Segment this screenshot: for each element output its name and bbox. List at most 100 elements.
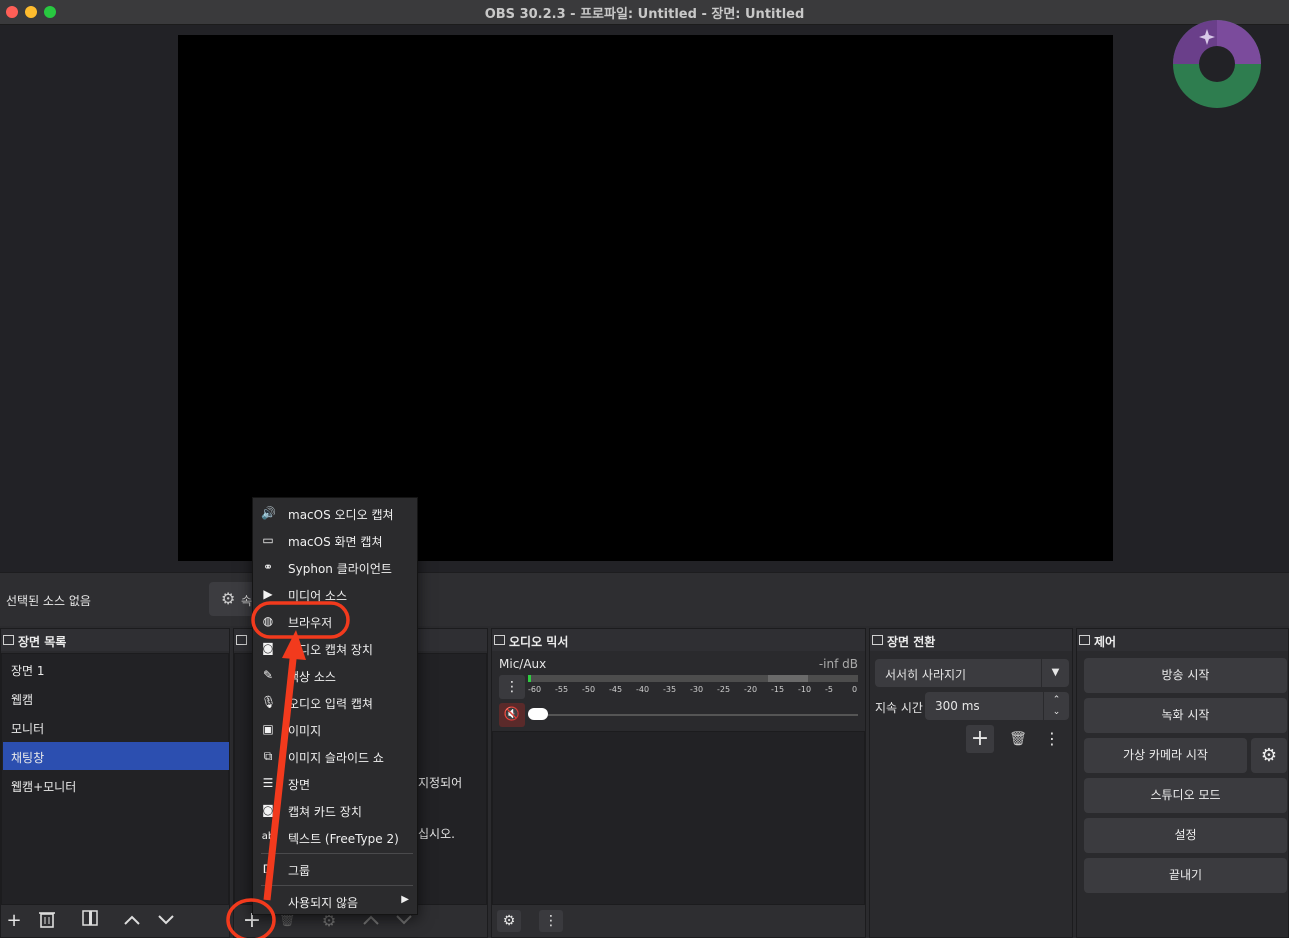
audio-menu-button[interactable]: ⋮ [539,910,563,932]
transition-select-value: 서서히 사라지기 [885,668,967,682]
scene-item[interactable]: 장면 1 [3,655,229,683]
studio-mode-button[interactable]: 스튜디오 모드 [1084,778,1287,813]
menu-item-audio-input-capture[interactable]: 🎙 오디오 입력 캡쳐 [253,688,417,715]
duration-value: 300 ms [935,699,980,713]
menu-item-scene[interactable]: ☰ 장면 [253,769,417,796]
syphon-icon: ⚭ [262,560,274,574]
volume-slider-handle[interactable] [528,708,548,720]
menu-item-image[interactable]: ▣ 이미지 [253,715,417,742]
menu-item-media-source[interactable]: ▶ 미디어 소스 [253,580,417,607]
group-icon: ⧠ [263,862,273,876]
monitor-icon: ▭ [262,533,274,547]
gears-icon: ⚙ [502,913,516,929]
list-icon: ☰ [262,776,274,790]
duration-input[interactable]: 300 ms ⌃ ⌄ [925,692,1069,720]
chevron-down-icon [158,915,174,925]
audio-mixer-title: 오디오 믹서 [509,635,569,649]
chevron-up-icon [363,915,379,925]
speaker-icon: 🔊 [261,506,276,520]
menu-item-text-freetype[interactable]: ab 텍스트 (FreeType 2) [253,823,417,850]
dock-float-icon[interactable] [494,635,505,645]
preview-canvas[interactable] [178,35,1113,561]
meter-tick: -15 [771,685,785,694]
dock-float-icon[interactable] [236,635,247,645]
trash-icon [39,912,55,928]
scene-item[interactable]: 웹캠+모니터 [3,771,229,799]
channel-menu-button[interactable]: ⋮ [499,675,525,699]
menu-separator [261,853,413,854]
dropdown-arrow-icon: ▼ [1041,659,1069,687]
volume-slider-track[interactable] [528,714,858,716]
camera-icon: ◙ [262,641,274,655]
globe-icon: ◍ [262,614,274,628]
sources-empty-text: 십시오. [418,827,455,841]
move-scene-down-button[interactable] [155,910,177,932]
remove-transition-button[interactable]: 🗑 [1006,727,1030,751]
menu-item-color-source[interactable]: ✎ 색상 소스 [253,661,417,688]
virtual-camera-settings-button[interactable]: ⚙ [1251,738,1287,773]
menu-item-deprecated[interactable]: 사용되지 않음 ▶ [253,887,417,914]
exit-button[interactable]: 끝내기 [1084,858,1287,893]
audio-settings-button[interactable]: ⚙ [497,910,521,932]
filter-icon [82,910,98,926]
start-virtual-camera-button[interactable]: 가상 카메라 시작 [1084,738,1247,773]
scene-item[interactable]: 모니터 [3,713,229,741]
mute-button[interactable]: 🔇 [499,703,525,727]
meter-tick: -25 [717,685,731,694]
dock-float-icon[interactable] [1079,635,1090,645]
meter-tick: -10 [798,685,812,694]
transitions-header: 장면 전환 [870,629,1072,651]
scenes-toolbar: + [1,905,229,937]
dock-float-icon[interactable] [872,635,883,645]
meter-tick: -55 [555,685,569,694]
window-title: OBS 30.2.3 - 프로파일: Untitled - 장면: Untitl… [484,7,805,22]
start-recording-button[interactable]: 녹화 시작 [1084,698,1287,733]
dock-float-icon[interactable] [3,635,14,645]
settings-button[interactable]: 설정 [1084,818,1287,853]
menu-item-macos-screen-capture[interactable]: ▭ macOS 화면 캡쳐 [253,526,417,553]
channel-name: Mic/Aux [499,657,547,671]
controls-title: 제어 [1094,635,1117,649]
meter-scale: -60 -55 -50 -45 -40 -35 -30 -25 -20 -15 … [528,685,858,697]
menu-item-capture-card-device[interactable]: ◙ 캡쳐 카드 장치 [253,796,417,823]
menu-item-macos-audio-capture[interactable]: 🔊 macOS 오디오 캡쳐 [253,499,417,526]
transitions-title: 장면 전환 [887,635,936,649]
scene-filters-button[interactable] [79,910,101,932]
scenes-dock: 장면 목록 장면 1 웹캠 모니터 채팅창 웹캠+모니터 + [0,628,230,938]
slideshow-icon: ⧉ [263,749,273,763]
chevron-up-icon [124,915,140,925]
remove-scene-button[interactable] [36,910,58,932]
audio-mixer-dock: 오디오 믹서 Mic/Aux -inf dB ⋮ -60 -55 -50 -45… [491,628,866,938]
no-source-label: 선택된 소스 없음 [6,594,91,608]
duration-label: 지속 시간 [875,701,923,715]
add-source-menu: 🔊 macOS 오디오 캡쳐 ▭ macOS 화면 캡쳐 ⚭ Syphon 클라이언트… [252,497,418,915]
transition-select[interactable]: 서서히 사라지기 ▼ [875,659,1069,687]
image-icon: ▣ [262,722,274,736]
obs-logo-icon [1173,20,1261,108]
move-scene-up-button[interactable] [121,910,143,932]
meter-tick: -30 [690,685,704,694]
meter-tick: -5 [825,685,833,694]
menu-item-browser[interactable]: ◍ 브라우저 [253,607,417,634]
scene-item-selected[interactable]: 채팅창 [3,742,229,770]
menu-item-syphon-client[interactable]: ⚭ Syphon 클라이언트 [253,553,417,580]
sources-empty-text: 지정되어 [418,776,463,790]
add-transition-button[interactable]: + [966,725,994,753]
microphone-icon: 🎙 [261,695,277,709]
menu-item-group[interactable]: ⧠ 그룹 [253,855,417,882]
start-streaming-button[interactable]: 방송 시작 [1084,658,1287,693]
chevron-down-icon [396,915,412,925]
menu-item-video-capture-device[interactable]: ◙ 비디오 캡쳐 장치 [253,634,417,661]
scenes-dock-header: 장면 목록 [1,629,229,651]
meter-tick: -60 [528,685,542,694]
add-scene-button[interactable]: + [3,910,25,932]
meter-level [528,675,531,682]
menu-item-image-slideshow[interactable]: ⧉ 이미지 슬라이드 쇼 [253,742,417,769]
scene-item[interactable]: 웹캠 [3,684,229,712]
duration-stepper[interactable]: ⌃ ⌄ [1043,692,1069,720]
brush-icon: ✎ [262,668,274,682]
kebab-icon: ⋮ [544,913,558,929]
transition-menu-button[interactable]: ⋮ [1042,727,1062,751]
play-icon: ▶ [263,587,273,601]
channel-level: -inf dB [818,657,858,671]
